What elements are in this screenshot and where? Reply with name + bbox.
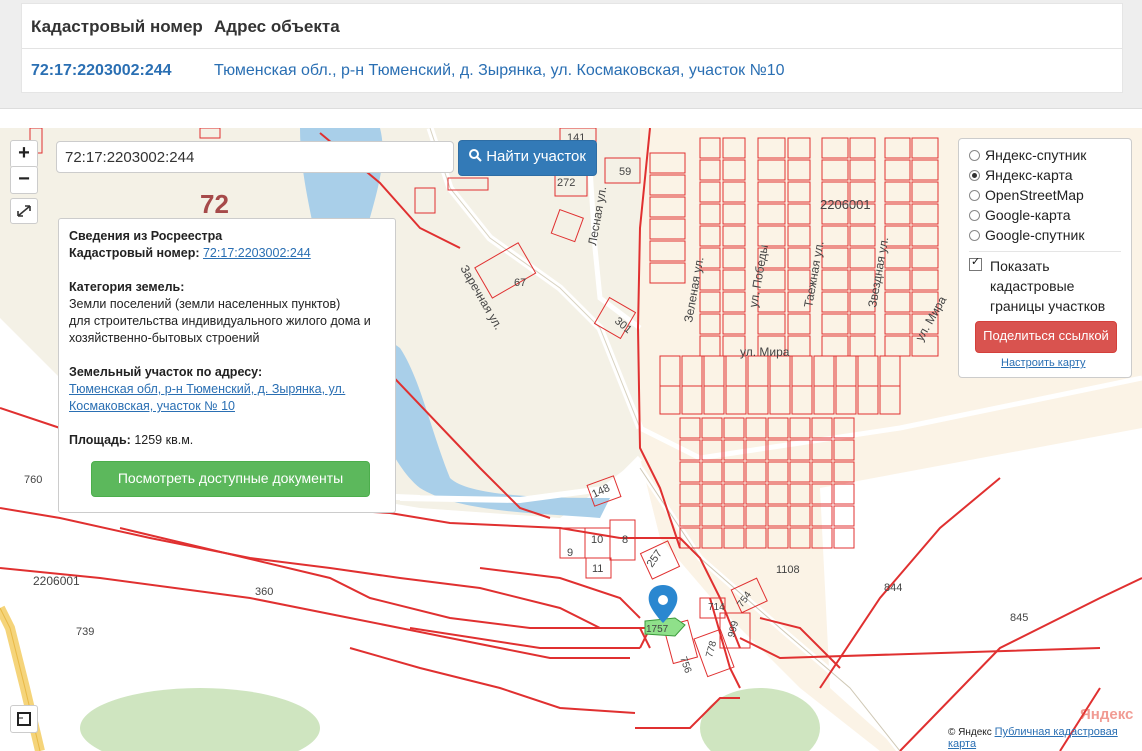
layer-yandex-map[interactable]: Яндекс-карта — [969, 165, 1121, 185]
parcel-844: 844 — [884, 582, 902, 594]
parcel-9: 9 — [567, 547, 573, 559]
zoom-in-button[interactable]: + — [10, 140, 38, 168]
map-view[interactable]: 72 2206001 2206001 67 59 141 272 301 148… — [0, 128, 1142, 751]
parcel-11: 11 — [592, 563, 603, 575]
checkbox-checked-icon[interactable] — [969, 255, 982, 271]
layer-label: Яндекс-спутник — [985, 147, 1087, 163]
info-category-label: Категория земель: — [69, 280, 185, 294]
parcel-59: 59 — [619, 166, 631, 178]
search-input[interactable] — [56, 141, 454, 173]
radio-icon[interactable] — [969, 189, 980, 201]
layer-label: OpenStreetMap — [985, 187, 1084, 203]
street-mira: ул. Мира — [740, 345, 790, 359]
ruler-icon — [17, 712, 31, 726]
parcel-1757: 1757 — [646, 624, 669, 635]
zoom-out-button[interactable]: − — [10, 166, 38, 194]
parcel-845: 845 — [1010, 612, 1028, 624]
radio-icon[interactable] — [969, 149, 980, 161]
info-area-value: 1259 кв.м. — [134, 433, 194, 447]
layer-google-map[interactable]: Google-карта — [969, 205, 1121, 225]
attribution-text: © Яндекс — [948, 727, 992, 738]
view-documents-button[interactable]: Посмотреть доступные документы — [91, 461, 370, 497]
parcel-10: 10 — [591, 534, 603, 546]
yandex-logo: Яндекс — [1080, 706, 1134, 723]
cadastral-link[interactable]: 72:17:2203002:244 — [31, 62, 172, 80]
info-address-link-2[interactable]: Космаковская, участок № 10 — [69, 399, 235, 413]
layer-label: Google-спутник — [985, 227, 1085, 243]
parcel-714: 714 — [708, 602, 725, 613]
info-category-line3: хозяйственно-бытовых строений — [69, 331, 260, 345]
radio-checked-icon[interactable] — [969, 169, 980, 181]
quarter-label-left: 2206001 — [33, 574, 80, 588]
map-mode-button[interactable] — [10, 705, 38, 733]
info-address-label: Земельный участок по адресу: — [69, 365, 263, 379]
find-parcel-button[interactable]: Найти участок — [458, 140, 597, 176]
quarter-label-top: 2206001 — [820, 197, 871, 212]
info-category-line1: Земли поселений (земли населенных пункто… — [69, 297, 341, 311]
info-category-line2: для строительства индивидуального жилого… — [69, 314, 371, 328]
info-title: Сведения из Росреестра — [69, 229, 223, 243]
results-table: Кадастровый номер Адрес объекта 72:17:22… — [21, 3, 1123, 93]
info-cad-link[interactable]: 72:17:2203002:244 — [203, 246, 311, 260]
radio-icon[interactable] — [969, 209, 980, 221]
share-link-button[interactable]: Поделиться ссылкой — [975, 321, 1117, 353]
layer-yandex-satellite[interactable]: Яндекс-спутник — [969, 145, 1121, 165]
layer-label: Яндекс-карта — [985, 167, 1073, 183]
info-cad-label: Кадастровый номер: — [69, 246, 200, 260]
layer-label: Google-карта — [985, 207, 1071, 223]
address-link[interactable]: Тюменская обл., р-н Тюменский, д. Зырянк… — [214, 62, 785, 80]
layer-openstreetmap[interactable]: OpenStreetMap — [969, 185, 1121, 205]
show-borders-label-2: кадастровые — [990, 278, 1075, 294]
layers-panel: Яндекс-спутник Яндекс-карта OpenStreetMa… — [958, 138, 1132, 378]
region-label: 72 — [200, 189, 229, 219]
radio-icon[interactable] — [969, 229, 980, 241]
fullscreen-button[interactable] — [10, 198, 38, 224]
parcel-360: 360 — [255, 586, 273, 598]
find-parcel-label: Найти участок — [486, 148, 586, 165]
layer-google-satellite[interactable]: Google-спутник — [969, 225, 1121, 245]
table-header: Кадастровый номер Адрес объекта — [22, 4, 1122, 49]
show-borders-label-1: Показать — [990, 258, 1050, 274]
parcel-8: 8 — [622, 534, 628, 546]
parcel-739: 739 — [76, 626, 94, 638]
parcel-info-popup: Сведения из Росреестра Кадастровый номер… — [58, 218, 396, 513]
header-cadastral: Кадастровый номер — [31, 17, 203, 36]
map-attribution: © Яндекс Публичная кадастровая карта — [948, 726, 1142, 750]
info-address-link-1[interactable]: Тюменская обл, р-н Тюменский, д. Зырянка… — [69, 382, 345, 396]
show-borders-label-3: границы участков — [990, 298, 1106, 314]
parcel-272: 272 — [557, 177, 575, 189]
info-area-label: Площадь: — [69, 433, 131, 447]
parcel-1108: 1108 — [776, 564, 800, 576]
header-address: Адрес объекта — [214, 17, 340, 36]
parcel-67: 67 — [514, 277, 526, 289]
search-icon — [469, 149, 482, 162]
show-borders-toggle[interactable]: Показать кадастровые границы участков — [969, 255, 1121, 316]
parcel-760: 760 — [24, 474, 42, 486]
results-panel: Кадастровый номер Адрес объекта 72:17:22… — [0, 0, 1142, 109]
configure-map-link[interactable]: Настроить карту — [1001, 357, 1086, 369]
fullscreen-icon — [17, 205, 31, 217]
